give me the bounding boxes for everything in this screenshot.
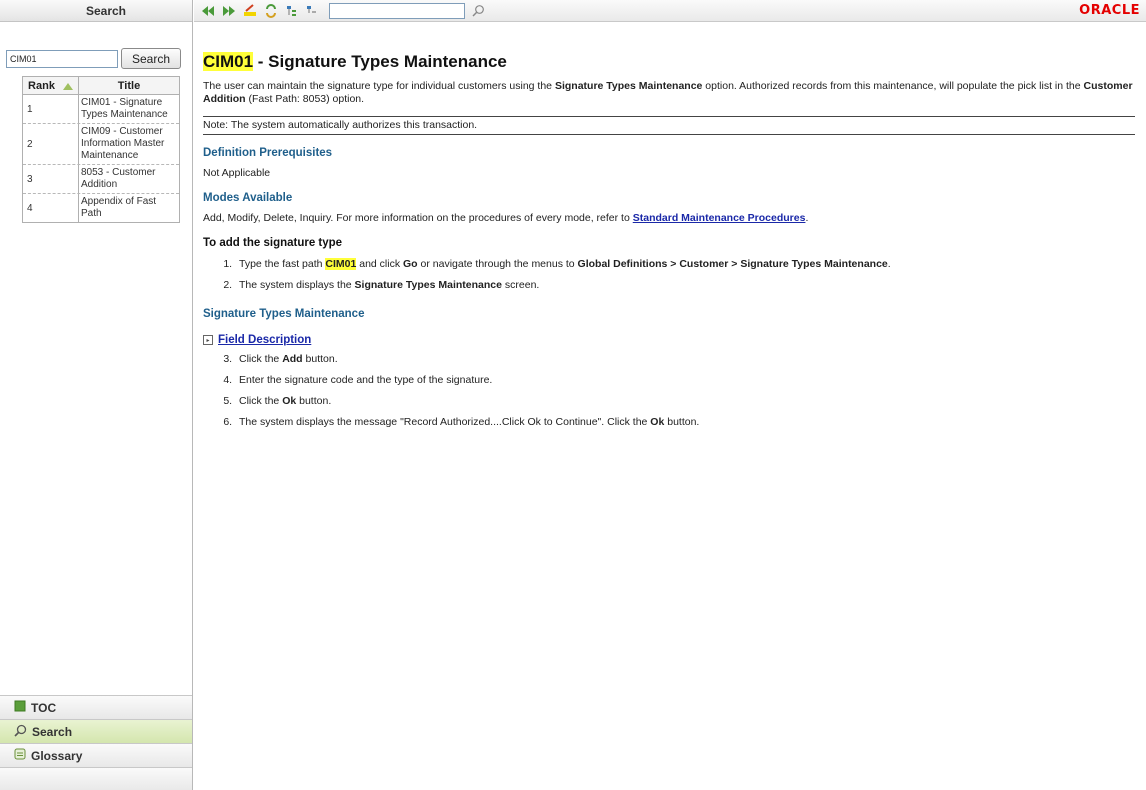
step-bold: Ok: [650, 416, 665, 428]
find-icon[interactable]: [470, 4, 486, 18]
title-cell[interactable]: 8053 - Customer Addition: [79, 165, 179, 193]
intro-text: option. Authorized records from this mai…: [702, 80, 1084, 92]
search-form: Search: [6, 48, 186, 69]
tab-toc-label: TOC: [31, 700, 57, 715]
tab-bar-filler: [0, 767, 192, 790]
column-header-title[interactable]: Title: [79, 77, 179, 94]
step-text: and click: [356, 258, 404, 270]
results-header: Rank Title: [23, 77, 179, 95]
section-heading-screen: Signature Types Maintenance: [203, 308, 365, 320]
step-text: screen.: [501, 279, 540, 291]
step-text: Click the: [239, 353, 283, 365]
topic-content: CIM01 - Signature Types Maintenance The …: [203, 50, 1135, 433]
search-results-table: Rank Title 1 CIM01 - Signature Types Mai…: [22, 76, 180, 223]
search-button[interactable]: Search: [121, 48, 181, 69]
expand-icon[interactable]: ▸: [203, 335, 213, 345]
step-text: The system displays the message "Record …: [239, 416, 651, 428]
rank-cell: 2: [23, 124, 79, 164]
sync-toc-icon[interactable]: [263, 4, 279, 18]
step-text: .: [887, 258, 891, 270]
tab-search-label: Search: [32, 724, 73, 739]
table-row[interactable]: 3 8053 - Customer Addition: [23, 165, 179, 194]
step-text: button.: [664, 416, 700, 428]
step-bold: Signature Types Maintenance: [354, 279, 502, 291]
title-cell[interactable]: CIM09 - Customer Information Master Main…: [79, 124, 179, 164]
step-item: Click the Ok button.: [235, 391, 1135, 412]
highlighted-search-term: CIM01: [203, 52, 254, 71]
step-text: Click the: [239, 395, 283, 407]
step-bold: Ok: [282, 395, 297, 407]
book-icon: [14, 700, 26, 715]
oracle-logo: ORACLE: [1079, 3, 1140, 18]
section-heading-modes: Modes Available: [203, 192, 293, 204]
glossary-icon: [14, 748, 26, 763]
rank-header-label: Rank: [28, 80, 55, 92]
column-header-rank[interactable]: Rank: [23, 77, 79, 94]
step-item: Enter the signature code and the type of…: [235, 370, 1135, 391]
title-cell[interactable]: Appendix of Fast Path: [79, 194, 179, 222]
next-topic-icon[interactable]: [221, 4, 237, 18]
expand-all-icon[interactable]: [284, 4, 300, 18]
table-row[interactable]: 1 CIM01 - Signature Types Maintenance: [23, 95, 179, 124]
field-description-link[interactable]: Field Description: [218, 334, 311, 346]
rank-cell: 4: [23, 194, 79, 222]
rank-cell: 3: [23, 165, 79, 193]
intro-text: (Fast Path: 8053) option.: [245, 93, 365, 105]
page-title: CIM01 - Signature Types Maintenance: [203, 50, 1135, 74]
procedure-heading: To add the signature type: [203, 237, 343, 249]
table-row[interactable]: 2 CIM09 - Customer Information Master Ma…: [23, 124, 179, 165]
procedure-steps-continued: Click the Add button. Enter the signatur…: [203, 349, 1135, 433]
step-text: The system displays the: [239, 279, 355, 291]
navigation-pane: Search Search Rank Title 1 CIM01 - Signa…: [0, 0, 193, 790]
rank-cell: 1: [23, 95, 79, 123]
step-item: Type the fast path CIM01 and click Go or…: [235, 254, 1135, 275]
step-item: The system displays the message "Record …: [235, 412, 1135, 433]
modes-description: Add, Modify, Delete, Inquiry. For more i…: [203, 212, 633, 224]
intro-paragraph: The user can maintain the signature type…: [203, 80, 1135, 106]
step-text: button.: [302, 353, 338, 365]
step-text: button.: [296, 395, 332, 407]
modes-period: .: [805, 212, 809, 224]
procedure-steps: Type the fast path CIM01 and click Go or…: [203, 254, 1135, 296]
pane-tabs: TOC Search Glossary: [0, 695, 192, 790]
tab-search[interactable]: Search: [0, 719, 192, 743]
toolbar: ORACLE: [194, 0, 1146, 22]
prerequisites-text: Not Applicable: [203, 167, 271, 179]
step-item: Click the Add button.: [235, 349, 1135, 370]
menu-path: Global Definitions > Customer > Signatur…: [577, 258, 888, 270]
tab-glossary-label: Glossary: [31, 748, 83, 763]
step-bold: Go: [403, 258, 418, 270]
field-description-toggle[interactable]: ▸ Field Description: [203, 334, 1135, 346]
intro-bold: Signature Types Maintenance: [554, 80, 703, 92]
step-bold: Add: [282, 353, 303, 365]
step-text: or navigate through the menus to: [417, 258, 578, 270]
page-title-text: - Signature Types Maintenance: [253, 52, 507, 71]
table-row[interactable]: 4 Appendix of Fast Path: [23, 194, 179, 222]
highlight-icon[interactable]: [242, 4, 258, 18]
tab-toc[interactable]: TOC: [0, 695, 192, 719]
sort-ascending-icon: [62, 83, 73, 90]
step-text: Type the fast path: [239, 258, 326, 270]
previous-topic-icon[interactable]: [200, 4, 216, 18]
modes-text: Add, Modify, Delete, Inquiry. For more i…: [203, 211, 1135, 225]
section-heading-prerequisites: Definition Prerequisites: [203, 147, 333, 159]
pane-header: Search: [0, 0, 192, 22]
collapse-all-icon[interactable]: [304, 4, 320, 18]
search-icon: [14, 724, 27, 740]
note-box: Note: The system automatically authorize…: [203, 116, 1135, 135]
title-cell[interactable]: CIM01 - Signature Types Maintenance: [79, 95, 179, 123]
search-input[interactable]: [6, 50, 118, 68]
step-item: The system displays the Signature Types …: [235, 275, 1135, 296]
intro-text: The user can maintain the signature type…: [203, 80, 555, 92]
standard-maintenance-link[interactable]: Standard Maintenance Procedures: [633, 212, 806, 224]
highlighted-search-term: CIM01: [325, 258, 357, 270]
tab-glossary[interactable]: Glossary: [0, 743, 192, 767]
toolbar-search-input[interactable]: [329, 3, 465, 19]
